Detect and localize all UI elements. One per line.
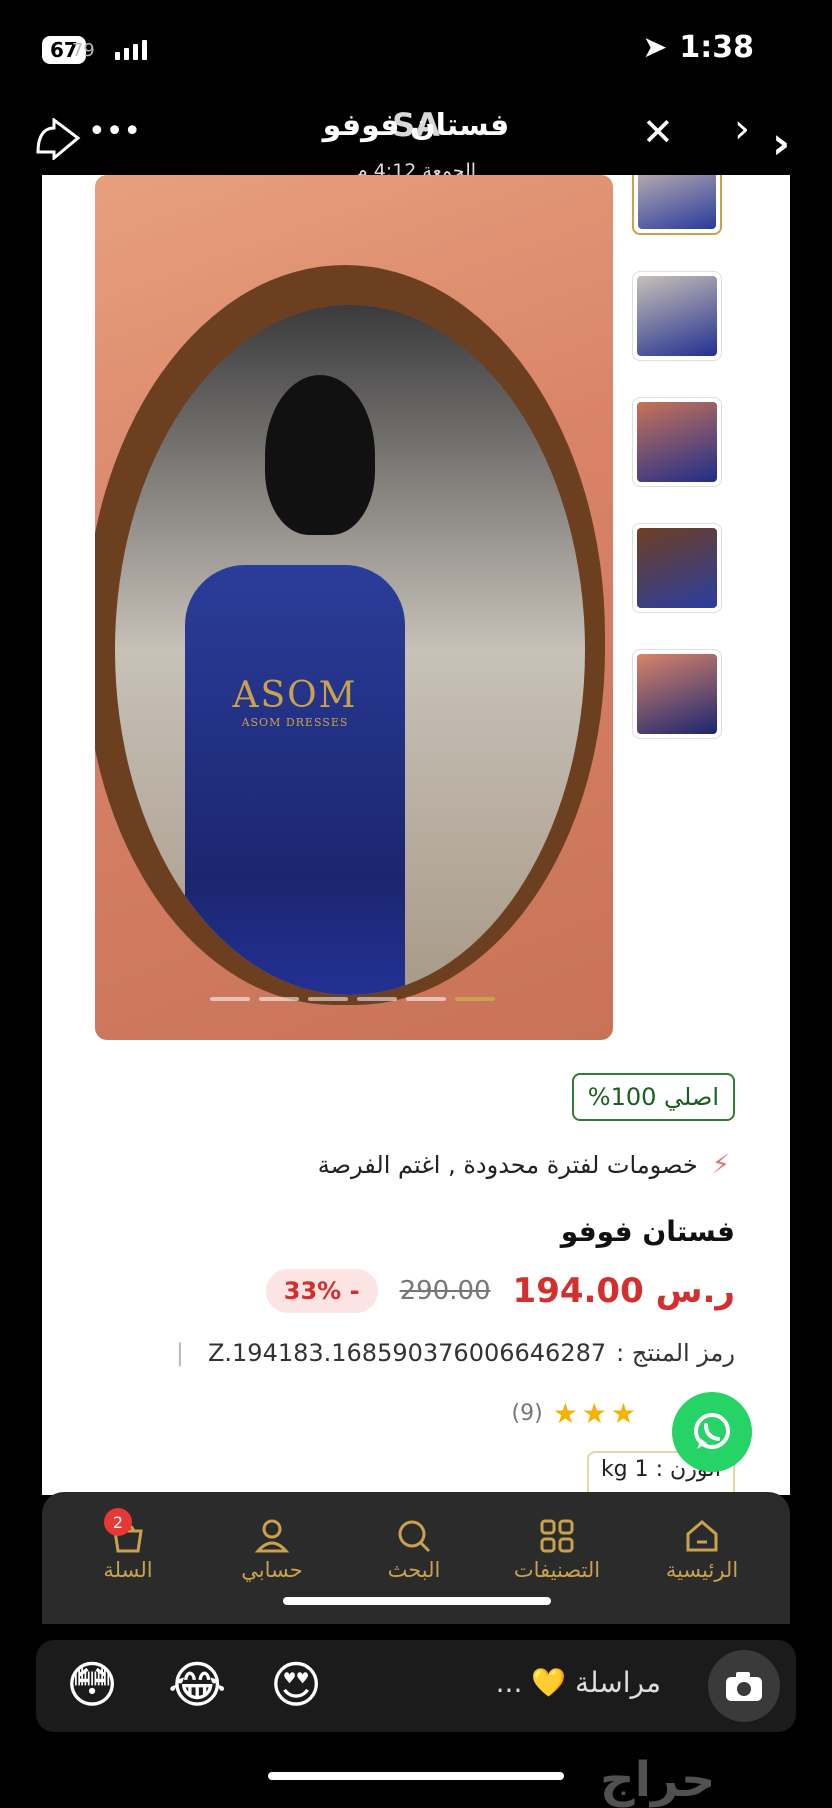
whatsapp-button[interactable] bbox=[672, 1392, 752, 1472]
model-head bbox=[265, 375, 375, 535]
camera-icon bbox=[726, 1672, 762, 1701]
cart-icon: 2 bbox=[68, 1508, 188, 1558]
close-icon[interactable]: ✕ bbox=[642, 110, 674, 154]
user-icon bbox=[212, 1514, 332, 1558]
thumbnail-3[interactable] bbox=[632, 397, 722, 487]
status-left: 67 79 bbox=[42, 36, 147, 64]
cart-count-badge: 2 bbox=[104, 1508, 132, 1536]
thumbnail-1[interactable] bbox=[632, 175, 722, 235]
whatsapp-icon bbox=[694, 1413, 730, 1449]
pager-dot-1[interactable] bbox=[210, 997, 250, 1001]
nav-search[interactable]: البحث bbox=[354, 1514, 474, 1582]
home-icon bbox=[642, 1514, 762, 1558]
nav-home[interactable]: الرئيسية bbox=[642, 1514, 762, 1582]
promo-text: خصومات لفترة محدودة , اغتم الفرصة bbox=[317, 1151, 698, 1179]
nav-cart-label: السلة bbox=[103, 1558, 153, 1582]
rating-row[interactable]: ★★★ (9) bbox=[512, 1397, 641, 1430]
home-indicator bbox=[268, 1772, 564, 1780]
emoji-flushed-button[interactable]: 😳 bbox=[66, 1656, 118, 1714]
nav-search-label: البحث bbox=[387, 1558, 441, 1582]
nav-categories-label: التصنيفات bbox=[513, 1558, 601, 1582]
watermark-brand: ASOM bbox=[232, 675, 358, 716]
grid-icon bbox=[497, 1514, 617, 1558]
search-icon bbox=[354, 1514, 474, 1558]
currency-symbol: ر.س bbox=[655, 1271, 735, 1311]
mirror-frame: ASOM ASOM DRESSES bbox=[95, 265, 605, 1005]
signal-icon bbox=[114, 40, 147, 60]
pager-dot-2[interactable] bbox=[259, 997, 299, 1001]
rating-stars: ★★★ bbox=[552, 1397, 640, 1430]
emoji-heart-eyes-button[interactable]: 😍 bbox=[270, 1656, 322, 1714]
thumbnail-list bbox=[632, 175, 732, 775]
image-pager[interactable] bbox=[210, 997, 495, 1001]
divider: | bbox=[175, 1339, 184, 1367]
product-card: ASOM ASOM DRESSES اصلي 100% ⚡ خصومات لفت… bbox=[42, 175, 790, 1495]
nav-account[interactable]: حسابي bbox=[212, 1514, 332, 1582]
chevron-right-icon-2[interactable]: › bbox=[772, 118, 790, 169]
location-icon: ➤ bbox=[642, 30, 668, 65]
discount-badge: - 33% bbox=[265, 1269, 378, 1313]
story-title-overlay: SA bbox=[392, 106, 440, 144]
product-name: فستان فوفو bbox=[560, 1215, 735, 1248]
code-value: Z.194183.168590376006646287 bbox=[207, 1339, 607, 1367]
chevron-right-icon[interactable]: › bbox=[734, 106, 750, 152]
pager-dot-4[interactable] bbox=[357, 997, 397, 1001]
product-main-image[interactable]: ASOM ASOM DRESSES bbox=[95, 175, 613, 1040]
thumbnail-5[interactable] bbox=[632, 649, 722, 739]
price-row: ر.س 194.00 290.00 - 33% bbox=[265, 1269, 735, 1313]
pager-dot-3[interactable] bbox=[308, 997, 348, 1001]
current-price: ر.س 194.00 bbox=[513, 1271, 735, 1311]
code-label: رمز المنتج : bbox=[616, 1339, 735, 1367]
mirror-reflection: ASOM ASOM DRESSES bbox=[115, 305, 585, 995]
promo-banner: ⚡ خصومات لفترة محدودة , اغتم الفرصة bbox=[318, 1150, 730, 1180]
dress-shape bbox=[185, 565, 405, 995]
pager-dot-5[interactable] bbox=[406, 997, 446, 1001]
nav-cart[interactable]: 2 السلة bbox=[68, 1508, 188, 1582]
brand-watermark: ASOM ASOM DRESSES bbox=[195, 675, 395, 729]
story-title: فستان فوفو SA bbox=[0, 106, 832, 144]
lightning-icon: ⚡ bbox=[711, 1150, 730, 1180]
price-value: 194.00 bbox=[512, 1271, 644, 1311]
pager-dot-6[interactable] bbox=[455, 997, 495, 1001]
original-badge: اصلي 100% bbox=[571, 1073, 735, 1121]
emoji-laughing-button[interactable]: 😂 bbox=[168, 1656, 226, 1714]
camera-button[interactable] bbox=[708, 1650, 780, 1722]
nav-account-label: حسابي bbox=[241, 1558, 303, 1582]
home-indicator-inner bbox=[283, 1597, 551, 1605]
nav-home-label: الرئيسية bbox=[665, 1558, 739, 1582]
watermark-sub: ASOM DRESSES bbox=[241, 716, 349, 729]
status-right: ➤ 1:38 bbox=[642, 30, 754, 65]
rating-count: (9) bbox=[511, 1401, 543, 1426]
reply-input[interactable]: مراسلة 💛 ... bbox=[496, 1666, 661, 1699]
old-price: 290.00 bbox=[399, 1276, 491, 1306]
battery-overlay: 79 bbox=[71, 39, 95, 61]
product-code-row: رمز المنتج : Z.194183.168590376006646287… bbox=[176, 1339, 735, 1367]
status-time: 1:38 bbox=[679, 30, 754, 65]
story-reply-bar: 😳 😂 😍 مراسلة 💛 ... bbox=[36, 1640, 796, 1732]
nav-categories[interactable]: التصنيفات bbox=[497, 1514, 617, 1582]
thumbnail-4[interactable] bbox=[632, 523, 722, 613]
thumbnail-2[interactable] bbox=[632, 271, 722, 361]
